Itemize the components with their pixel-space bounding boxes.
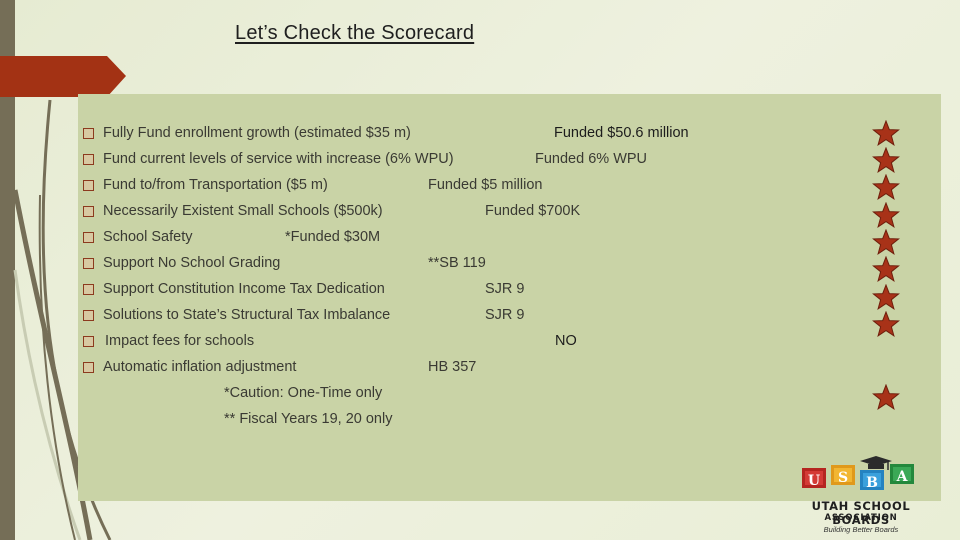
item-result: Funded $50.6 million [554, 125, 689, 141]
item-result: SJR 9 [485, 307, 525, 323]
star-icon [872, 256, 900, 282]
star-icon [872, 311, 900, 337]
item-label: Impact fees for schools [105, 333, 255, 349]
item-result: *Funded $30M [285, 229, 381, 245]
item-label: Fund current levels of service with incr… [103, 151, 454, 167]
slide-title: Let’s Check the Scorecard [235, 22, 475, 44]
item-label: Solutions to State’s Structural Tax Imba… [103, 307, 391, 323]
item-label: Support Constitution Income Tax Dedicati… [103, 281, 385, 297]
checkbox-icon[interactable] [83, 232, 94, 243]
item-result: Funded $700K [485, 203, 581, 219]
usba-logo: U S B A UTAH SCHOOL BOARDS ASSOCIATION B… [780, 455, 940, 540]
item-label: Fully Fund enrollment growth (estimated … [103, 125, 411, 141]
item-label: Fund to/from Transportation ($5 m) [103, 177, 328, 193]
footnote: *Caution: One-Time only [224, 385, 383, 401]
star-icon [872, 120, 900, 146]
checkbox-icon[interactable] [83, 310, 94, 321]
item-result: **SB 119 [428, 255, 486, 271]
checkbox-icon[interactable] [83, 362, 94, 373]
logo-subtitle: ASSOCIATION [824, 513, 898, 523]
checkbox-icon[interactable] [83, 154, 94, 165]
checkbox-icon[interactable] [83, 180, 94, 191]
checkbox-icon[interactable] [83, 258, 94, 269]
item-label: Automatic inflation adjustment [103, 359, 297, 375]
logo-block-a: A [890, 464, 914, 485]
star-icon [872, 229, 900, 255]
item-result: HB 357 [428, 359, 477, 375]
checkbox-icon[interactable] [83, 128, 94, 139]
logo-block-b: B [860, 470, 884, 491]
checkbox-icon[interactable] [83, 206, 94, 217]
item-result: Funded $5 million [428, 177, 543, 193]
star-icon [872, 284, 900, 310]
logo-block-u: U [802, 468, 826, 489]
logo-block-s: S [831, 465, 855, 486]
footnote: ** Fiscal Years 19, 20 only [224, 411, 393, 427]
item-result: NO [555, 333, 577, 349]
title-arrow-banner [0, 56, 126, 97]
checkbox-icon[interactable] [83, 336, 94, 347]
star-icon [872, 202, 900, 228]
checkbox-icon[interactable] [83, 284, 94, 295]
star-icon [872, 174, 900, 200]
item-label: Necessarily Existent Small Schools ($500… [103, 203, 383, 219]
item-result: SJR 9 [485, 281, 525, 297]
item-result: Funded 6% WPU [535, 151, 648, 167]
star-icon [872, 384, 900, 410]
star-icon [872, 147, 900, 173]
item-label: Support No School Grading [103, 255, 281, 271]
item-label: School Safety [103, 229, 193, 245]
logo-tagline: Building Better Boards [823, 525, 899, 534]
